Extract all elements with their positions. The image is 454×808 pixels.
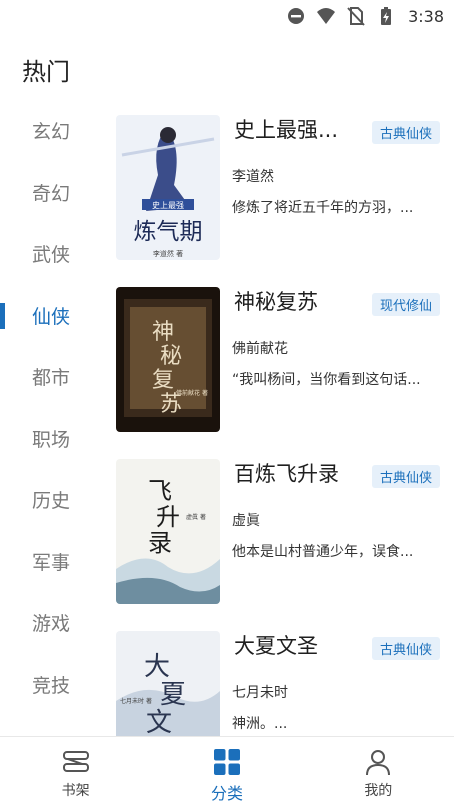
book-card[interactable]: 大夏文圣 七月未时 著 大夏文圣 古典仙侠 七月未时 神洲。... (100, 616, 454, 736)
cover-author-text: 佛前献花 著 (176, 389, 208, 397)
category-item-qihuan[interactable]: 奇幻 (0, 162, 100, 224)
book-description: 神洲。... (232, 716, 288, 732)
book-genre-tag: 古典仙侠 (371, 637, 440, 660)
book-list: 史上最强 炼气期 李道然 著 史上最强... 古典仙侠 李道然 修炼了将近五千年… (100, 100, 454, 736)
book-author: 虚眞 (232, 513, 260, 529)
bottom-nav: 书架 分类 我的 (0, 736, 454, 808)
cover-author-text: 李道然 著 (153, 249, 183, 258)
bookshelf-icon (62, 751, 89, 772)
wifi-icon (317, 8, 336, 24)
book-cover: 神秘复苏 佛前献花 著 (116, 287, 220, 432)
category-item-kehuan[interactable]: 科幻 (0, 715, 100, 736)
book-cover: 大夏文圣 七月未时 著 (116, 631, 220, 736)
book-title[interactable]: 神秘复苏 (234, 286, 364, 316)
category-item-junshi[interactable]: 军事 (0, 531, 100, 593)
book-author: 李道然 (232, 169, 274, 185)
cover-title-text: 炼气期 (134, 219, 203, 245)
category-item-dushi[interactable]: 都市 (0, 346, 100, 408)
book-cover: 飞升录 虚眞 著 (116, 459, 220, 604)
page-title: 热门 (22, 58, 70, 86)
book-title[interactable]: 百炼飞升录 (234, 458, 364, 488)
category-item-xuanhuan[interactable]: 玄幻 (0, 100, 100, 162)
category-item-jingji[interactable]: 竞技 (0, 654, 100, 716)
nav-category[interactable]: 分类 (151, 737, 302, 808)
category-sidebar: 玄幻 奇幻 武侠 仙侠 都市 职场 历史 军事 游戏 竞技 科幻 (0, 100, 100, 736)
book-genre-tag: 古典仙侠 (371, 465, 440, 488)
status-time: 3:38 (408, 6, 444, 26)
book-title[interactable]: 史上最强... (234, 114, 364, 144)
book-genre-tag: 古典仙侠 (371, 121, 440, 144)
category-item-wuxia[interactable]: 武侠 (0, 223, 100, 285)
category-item-lishi[interactable]: 历史 (0, 469, 100, 531)
category-item-xianxia[interactable]: 仙侠 (0, 285, 100, 347)
cover-author-text: 虚眞 著 (186, 513, 206, 521)
do-not-disturb-icon (288, 8, 305, 24)
book-description: “我叫杨间，当你看到这句话... (232, 372, 421, 388)
book-description: 他本是山村普通少年，误食... (232, 544, 414, 560)
book-author: 七月未时 (232, 685, 288, 701)
category-grid-icon (213, 749, 240, 775)
status-bar: 3:38 (0, 0, 454, 32)
no-sim-icon (347, 7, 365, 26)
book-description: 修炼了将近五千年的方羽，... (232, 200, 414, 216)
nav-label-profile: 我的 (364, 783, 393, 799)
book-card[interactable]: 飞升录 虚眞 著 百炼飞升录 古典仙侠 虚眞 他本是山村普通少年，误食... (100, 444, 454, 616)
cover-author-text: 七月未时 著 (120, 697, 152, 705)
book-card[interactable]: 神秘复苏 佛前献花 著 神秘复苏 现代修仙 佛前献花 “我叫杨间，当你看到这句话… (100, 272, 454, 444)
nav-label-category: 分类 (210, 784, 243, 803)
book-card[interactable]: 史上最强 炼气期 李道然 著 史上最强... 古典仙侠 李道然 修炼了将近五千年… (100, 100, 454, 272)
status-icons: 3:38 (286, 6, 444, 26)
nav-bookshelf[interactable]: 书架 (0, 737, 151, 808)
profile-icon (366, 750, 391, 776)
book-genre-tag: 现代修仙 (371, 293, 440, 316)
battery-charging-icon (381, 7, 392, 25)
book-cover: 史上最强 炼气期 李道然 著 (116, 115, 220, 260)
nav-profile[interactable]: 我的 (303, 737, 454, 808)
book-author: 佛前献花 (232, 341, 288, 357)
book-title[interactable]: 大夏文圣 (234, 630, 364, 660)
category-item-youxi[interactable]: 游戏 (0, 592, 100, 654)
cover-top-text: 史上最强 (152, 200, 184, 210)
category-item-zhichang[interactable]: 职场 (0, 408, 100, 470)
nav-label-bookshelf: 书架 (61, 783, 90, 799)
